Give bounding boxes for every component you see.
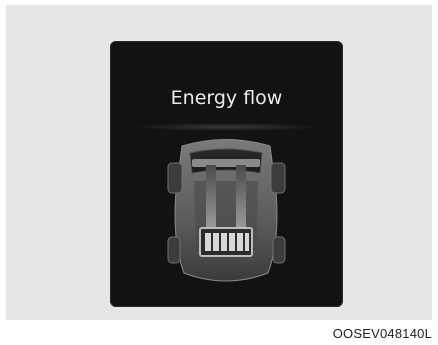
wheel-rear-right	[272, 236, 286, 264]
wheel-front-left	[167, 162, 183, 194]
wheel-rear-left	[167, 236, 181, 264]
cluster-screen: Energy flow	[110, 41, 343, 307]
battery-icon	[199, 227, 253, 257]
wheel-front-right	[270, 162, 286, 194]
car-top-view-icon	[110, 41, 343, 307]
figure-code: OOSEV048140L	[332, 326, 432, 341]
